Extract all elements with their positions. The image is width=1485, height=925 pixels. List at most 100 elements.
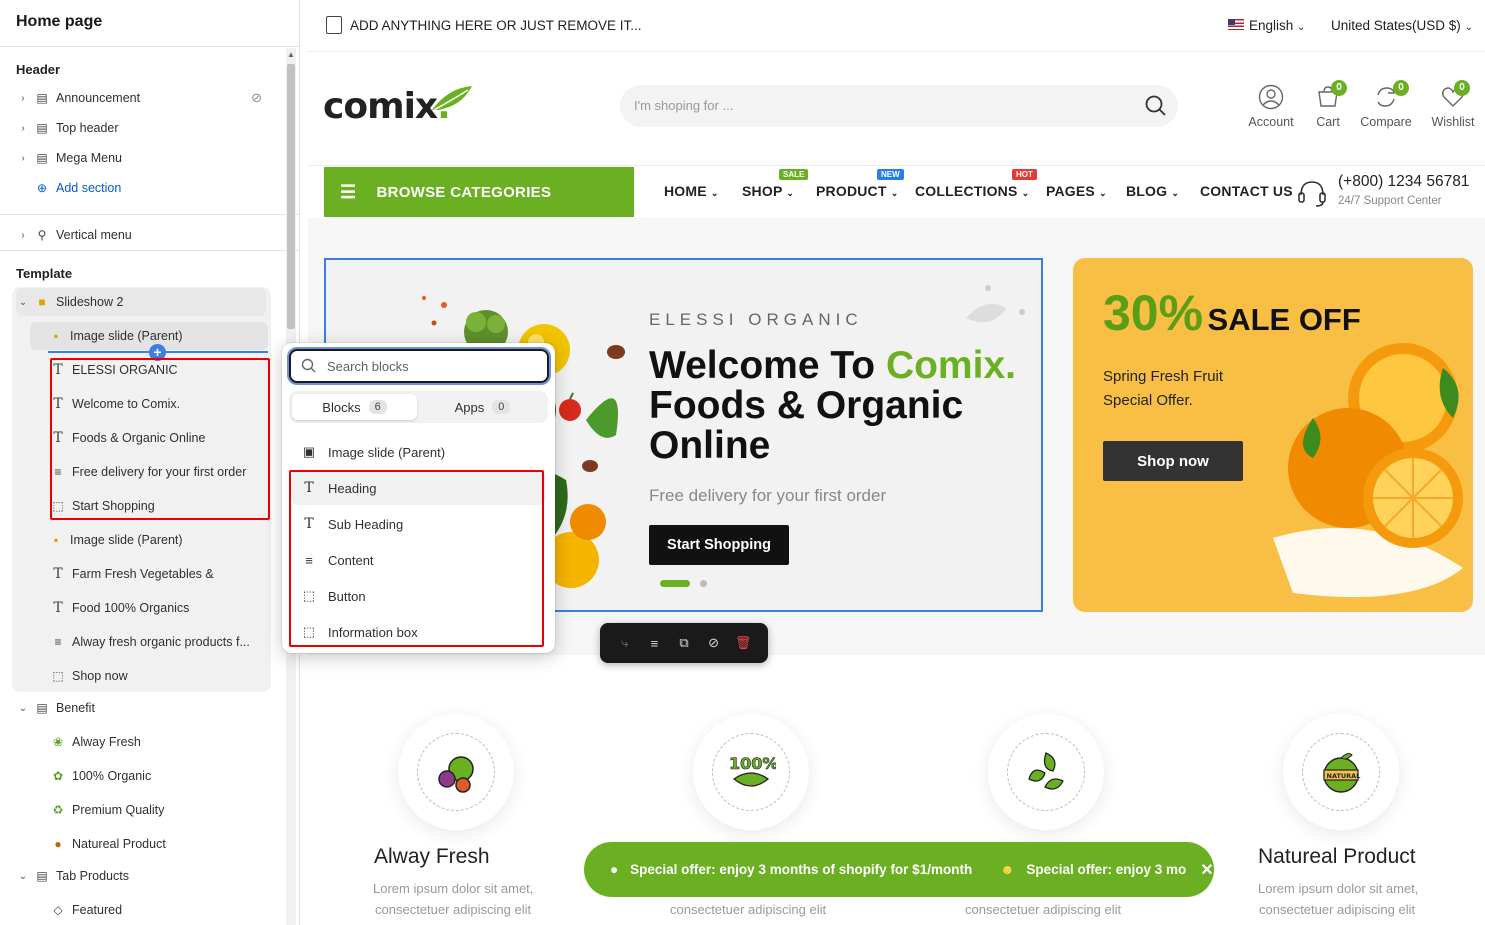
nav-pages[interactable]: PAGES ⌄ xyxy=(1046,183,1107,199)
scroll-up-icon[interactable]: ▲ xyxy=(287,50,295,59)
benefit-icon-circle xyxy=(398,714,514,830)
svg-text:NATURAL: NATURAL xyxy=(1327,772,1361,780)
block-benefit[interactable]: ● Natureal Product xyxy=(50,830,268,858)
page-title: Home page xyxy=(16,13,103,30)
move-to-parent-icon[interactable]: ⤷ xyxy=(615,635,635,651)
block-content[interactable]: ≡ Alway fresh organic products f... xyxy=(50,628,268,656)
emoji-icon: ● xyxy=(610,862,619,877)
section-tab-products[interactable]: ⌄ ▤ Tab Products xyxy=(16,862,266,890)
search-icon[interactable] xyxy=(1145,95,1167,117)
announcement-bar: ADD ANYTHING HERE OR JUST REMOVE IT... E… xyxy=(308,0,1485,52)
chevron-right-icon[interactable]: › xyxy=(16,123,30,134)
add-section-label: Add section xyxy=(56,181,122,195)
block-button[interactable]: ⬚ Shop now xyxy=(50,662,268,690)
nav-product[interactable]: PRODUCT ⌄ xyxy=(816,183,898,199)
highlight-box xyxy=(50,358,270,520)
tab-blocks[interactable]: Blocks 6 xyxy=(292,394,417,420)
hamburger-icon: ☰ xyxy=(340,181,357,202)
cart-link[interactable]: Cart 0 xyxy=(1311,80,1347,129)
text-icon: T xyxy=(53,566,63,582)
close-icon[interactable]: ✕ xyxy=(1200,860,1213,880)
block-benefit[interactable]: ❀ Alway Fresh xyxy=(50,728,268,756)
block-benefit[interactable]: ♻ Premium Quality xyxy=(50,796,268,824)
nav-blog[interactable]: BLOG ⌄ xyxy=(1126,183,1179,199)
chevron-right-icon[interactable]: › xyxy=(16,230,30,241)
chevron-down-icon[interactable]: ⌄ xyxy=(16,871,30,882)
block-label: Premium Quality xyxy=(72,803,165,817)
block-label: Natureal Product xyxy=(72,837,166,851)
benefit-icon-circle xyxy=(988,714,1104,830)
section-label: Announcement xyxy=(56,91,141,105)
navigation-bar: ☰ BROWSE CATEGORIES HOME ⌄ SHOP ⌄ SALE P… xyxy=(308,166,1485,218)
block-image-slide-2[interactable]: ▪ Image slide (Parent) xyxy=(30,526,268,554)
nav-collections[interactable]: COLLECTIONS ⌄ xyxy=(915,183,1029,199)
benefit-desc: Lorem ipsum dolor sit amet, xyxy=(1258,881,1419,896)
search-input[interactable]: I'm shoping for ... xyxy=(620,85,1178,127)
block-heading[interactable]: T Food 100% Organics xyxy=(50,594,268,622)
section-mega-menu[interactable]: › ▤ Mega Menu xyxy=(16,144,266,172)
new-badge: NEW xyxy=(877,169,904,180)
nav-contact[interactable]: CONTACT US xyxy=(1200,183,1293,199)
chevron-down-icon: ⌄ xyxy=(1464,22,1473,33)
block-heading[interactable]: T Farm Fresh Vegetables & xyxy=(50,560,268,588)
duplicate-icon[interactable]: ⧉ xyxy=(674,635,694,651)
chevron-down-icon: ⌄ xyxy=(1021,188,1030,198)
start-shopping-button[interactable]: Start Shopping xyxy=(649,525,789,565)
add-section-button[interactable]: ⊕ Add section xyxy=(16,174,266,202)
trash-icon[interactable]: 🗑 xyxy=(733,635,753,651)
section-label: Vertical menu xyxy=(56,228,132,242)
shop-now-button[interactable]: Shop now xyxy=(1103,441,1243,481)
search-blocks-input[interactable]: Search blocks xyxy=(289,349,549,383)
chevron-down-icon[interactable]: ⌄ xyxy=(16,703,30,714)
nav-home[interactable]: HOME ⌄ xyxy=(664,183,719,199)
account-link[interactable]: Account xyxy=(1243,84,1299,129)
tab-apps[interactable]: Apps 0 xyxy=(420,394,545,420)
link-icon: ⚲ xyxy=(37,228,47,242)
section-label: Tab Products xyxy=(56,869,129,883)
eye-slash-icon[interactable]: ⊘ xyxy=(251,90,262,106)
move-block-icon[interactable]: ≡ xyxy=(644,636,664,651)
slide-dot-active[interactable] xyxy=(660,580,690,587)
section-announcement[interactable]: › ▤ Announcement ⊘ xyxy=(16,84,266,112)
section-top-header[interactable]: › ▤ Top header xyxy=(16,114,266,142)
block-image-slide-1[interactable]: ▪ Image slide (Parent) xyxy=(30,322,268,350)
language-select[interactable]: English ⌄ xyxy=(1249,18,1305,33)
text-icon: T xyxy=(53,600,63,616)
chevron-down-icon: ⌄ xyxy=(710,188,719,198)
block-benefit[interactable]: ✿ 100% Organic xyxy=(50,762,268,790)
compare-link[interactable]: Compare 0 xyxy=(1356,80,1416,129)
benefit-icon-circle: 100% xyxy=(693,714,809,830)
recycle-leaf-icon: ♻ xyxy=(52,803,64,817)
sale-badge: SALE xyxy=(779,169,809,180)
chevron-right-icon[interactable]: › xyxy=(16,153,30,164)
support-text: 24/7 Support Center xyxy=(1338,195,1442,207)
slide-dot[interactable] xyxy=(700,580,707,587)
chevron-down-icon: ⌄ xyxy=(1171,188,1180,198)
section-benefit[interactable]: ⌄ ▤ Benefit xyxy=(16,694,266,722)
plus-circle-icon: ⊕ xyxy=(36,181,48,195)
chevron-down-icon: ⌄ xyxy=(890,188,899,198)
promo-text: Spring Fresh Fruit Special Offer. xyxy=(1103,368,1224,409)
chevron-right-icon[interactable]: › xyxy=(16,93,30,104)
block-label: Featured xyxy=(72,903,123,917)
phone-number[interactable]: (+800) 1234 56781 xyxy=(1338,173,1469,191)
tag-icon: ◇ xyxy=(53,903,63,917)
block-option-image-slide[interactable]: ▣ Image slide (Parent) xyxy=(292,435,546,469)
section-slideshow[interactable]: ⌄ ■ Slideshow 2 xyxy=(16,288,266,316)
promo-banner[interactable]: 30% SALE OFF Spring Fresh Fruit Special … xyxy=(1073,258,1473,612)
currency-select[interactable]: United States(USD $) ⌄ xyxy=(1331,18,1473,33)
chevron-down-icon: ⌄ xyxy=(1099,188,1107,198)
special-offer-bar[interactable]: ● Special offer: enjoy 3 months of shopi… xyxy=(584,842,1214,897)
section-vertical-menu[interactable]: › ⚲ Vertical menu xyxy=(16,221,266,249)
vegetable-icon: ❀ xyxy=(52,735,64,749)
block-label: Image slide (Parent) xyxy=(70,533,183,547)
benefit-desc: consectetuer adipiscing elit xyxy=(965,902,1122,917)
wishlist-link[interactable]: Wishlist 0 xyxy=(1428,80,1478,129)
nav-shop[interactable]: SHOP ⌄ xyxy=(742,183,794,199)
scrollbar-thumb[interactable] xyxy=(287,64,295,329)
block-tab[interactable]: ◇ Featured xyxy=(50,896,268,924)
chevron-down-icon[interactable]: ⌄ xyxy=(16,297,30,308)
eye-slash-icon[interactable]: ⊘ xyxy=(704,635,724,651)
browse-categories-button[interactable]: ☰ BROWSE CATEGORIES xyxy=(324,167,634,217)
editor-sidebar: Home page Header › ▤ Announcement ⊘ › ▤ … xyxy=(0,0,300,925)
